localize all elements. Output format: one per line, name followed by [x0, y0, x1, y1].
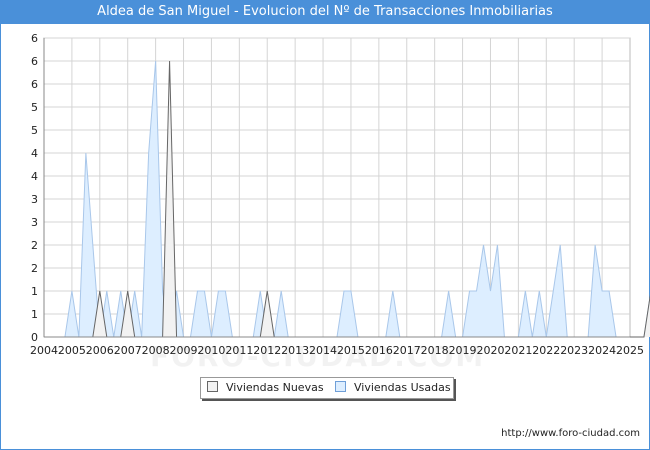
x-tick-label: 2018: [421, 344, 449, 357]
legend-label-usadas: Viviendas Usadas: [354, 381, 451, 394]
x-tick-label: 2005: [58, 344, 86, 357]
x-tick-label: 2025: [616, 344, 644, 357]
x-tick-label: 2016: [365, 344, 393, 357]
x-tick-label: 2007: [114, 344, 142, 357]
legend-label-nuevas: Viviendas Nuevas: [226, 381, 324, 394]
x-tick-label: 2024: [588, 344, 616, 357]
x-tick-label: 2004: [30, 344, 58, 357]
source-credit: http://www.foro-ciudad.com: [501, 428, 640, 439]
x-tick-label: 2008: [142, 344, 170, 357]
chart-legend: Viviendas Nuevas Viviendas Usadas: [200, 377, 454, 399]
y-tick-label: 6: [31, 32, 38, 45]
x-tick-label: 2010: [197, 344, 225, 357]
y-tick-label: 6: [31, 55, 38, 68]
y-tick-label: 3: [31, 193, 38, 206]
y-tick-label: 4: [31, 170, 38, 183]
x-tick-label: 2011: [225, 344, 253, 357]
x-tick-label: 2022: [532, 344, 560, 357]
y-tick-label: 4: [31, 147, 38, 160]
y-tick-label: 6: [31, 78, 38, 91]
legend-swatch-nuevas: [207, 381, 218, 392]
x-tick-label: 2023: [560, 344, 588, 357]
x-tick-label: 2019: [449, 344, 477, 357]
y-tick-label: 2: [31, 262, 38, 275]
y-tick-label: 0: [31, 331, 38, 344]
x-tick-label: 2017: [393, 344, 421, 357]
x-tick-label: 2015: [337, 344, 365, 357]
y-tick-label: 3: [31, 216, 38, 229]
x-tick-label: 2006: [86, 344, 114, 357]
y-tick-label: 5: [31, 101, 38, 114]
x-tick-label: 2014: [309, 344, 337, 357]
y-tick-label: 1: [31, 285, 38, 298]
y-tick-label: 1: [31, 308, 38, 321]
x-tick-label: 2013: [281, 344, 309, 357]
legend-swatch-usadas: [335, 381, 346, 392]
legend-item-nuevas: Viviendas Nuevas: [207, 381, 324, 395]
y-tick-label: 2: [31, 239, 38, 252]
x-tick-label: 2009: [170, 344, 198, 357]
x-tick-label: 2020: [476, 344, 504, 357]
x-tick-label: 2012: [253, 344, 281, 357]
x-tick-label: 2021: [504, 344, 532, 357]
y-tick-label: 5: [31, 124, 38, 137]
plot-area: [43, 37, 631, 338]
legend-item-usadas: Viviendas Usadas: [335, 381, 451, 395]
